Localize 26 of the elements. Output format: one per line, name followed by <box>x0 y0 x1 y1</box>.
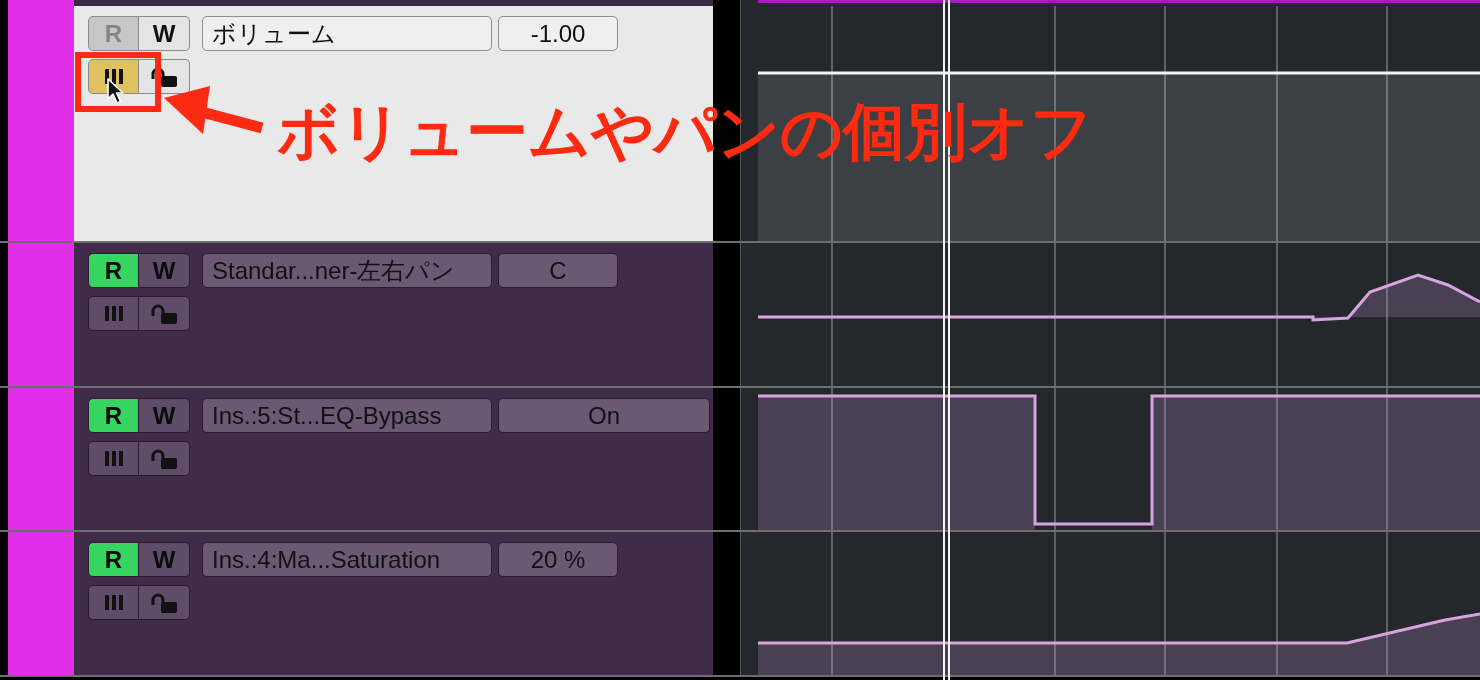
padlock-icon <box>151 592 177 613</box>
value-field[interactable]: -1.00 <box>498 16 618 51</box>
automation-off-button[interactable] <box>88 59 139 94</box>
write-button[interactable]: W <box>139 16 190 51</box>
value-field[interactable]: 20 % <box>498 542 618 577</box>
parameter-field[interactable]: Ins.:4:Ma...Saturation <box>202 542 492 577</box>
read-button[interactable]: R <box>88 398 139 433</box>
bars-icon <box>104 595 123 610</box>
padlock-icon <box>151 303 177 324</box>
read-button[interactable]: R <box>88 253 139 288</box>
read-button[interactable]: R <box>88 16 139 51</box>
parameter-field[interactable]: Standar...ner-左右パン <box>202 253 492 288</box>
parameter-field[interactable]: Ins.:5:St...EQ-Bypass <box>202 398 492 433</box>
value-field[interactable]: C <box>498 253 618 288</box>
read-button[interactable]: R <box>88 542 139 577</box>
write-button[interactable]: W <box>139 398 190 433</box>
value-field[interactable]: On <box>498 398 710 433</box>
mouse-pointer-icon <box>106 77 126 105</box>
write-button[interactable]: W <box>139 542 190 577</box>
bars-icon <box>104 451 123 466</box>
bars-icon <box>104 306 123 321</box>
parameter-field[interactable]: ボリューム <box>202 16 492 51</box>
bars-icon <box>104 69 123 84</box>
padlock-icon <box>151 448 177 469</box>
write-button[interactable]: W <box>139 253 190 288</box>
padlock-icon <box>151 66 177 87</box>
